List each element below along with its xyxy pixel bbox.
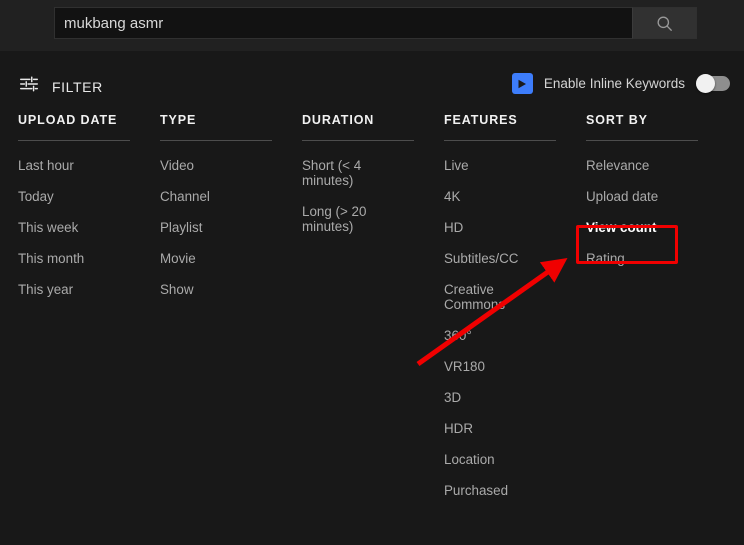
filter-option-hdr[interactable]: HDR <box>444 421 556 436</box>
column-divider <box>444 140 556 141</box>
filter-option-360[interactable]: 360° <box>444 328 556 343</box>
filter-option-3d[interactable]: 3D <box>444 390 556 405</box>
filter-option-this-week[interactable]: This week <box>18 220 130 235</box>
column-divider <box>586 140 698 141</box>
search-input[interactable] <box>54 7 632 39</box>
inline-keywords-toggle[interactable] <box>696 74 730 93</box>
filter-column-type: TYPE Video Channel Playlist Movie Show <box>160 113 272 313</box>
column-divider <box>18 140 130 141</box>
filter-option-channel[interactable]: Channel <box>160 189 272 204</box>
sort-option-relevance[interactable]: Relevance <box>586 158 698 173</box>
filter-option-movie[interactable]: Movie <box>160 251 272 266</box>
column-header-type: TYPE <box>160 113 197 127</box>
column-header-sort-by: SORT BY <box>586 113 648 127</box>
column-header-upload-date: UPLOAD DATE <box>18 113 118 127</box>
filter-option-today[interactable]: Today <box>18 189 130 204</box>
filter-option-short[interactable]: Short (< 4 minutes) <box>302 158 414 188</box>
filter-column-duration: DURATION Short (< 4 minutes) Long (> 20 … <box>302 113 414 250</box>
search-icon <box>655 14 674 33</box>
search-bar <box>54 7 697 39</box>
filter-option-subtitles-cc[interactable]: Subtitles/CC <box>444 251 556 266</box>
filter-option-purchased[interactable]: Purchased <box>444 483 556 498</box>
filter-option-vr180[interactable]: VR180 <box>444 359 556 374</box>
sort-option-view-count[interactable]: View count <box>586 220 698 235</box>
filter-column-features: FEATURES Live 4K HD Subtitles/CC Creativ… <box>444 113 556 514</box>
filter-toolbar: FILTER Enable Inline Keywords <box>0 51 744 113</box>
filter-option-location[interactable]: Location <box>444 452 556 467</box>
filter-option-hd[interactable]: HD <box>444 220 556 235</box>
sort-option-upload-date[interactable]: Upload date <box>586 189 698 204</box>
filter-column-sort-by: SORT BY Relevance Upload date View count… <box>586 113 698 282</box>
filter-option-4k[interactable]: 4K <box>444 189 556 204</box>
tune-sliders-icon <box>18 73 40 100</box>
column-divider <box>160 140 272 141</box>
filter-button[interactable]: FILTER <box>18 73 103 100</box>
column-header-duration: DURATION <box>302 113 375 127</box>
column-header-features: FEATURES <box>444 113 518 127</box>
filter-option-creative-commons[interactable]: Creative Commons <box>444 282 556 312</box>
play-badge-icon <box>511 73 533 94</box>
filter-option-show[interactable]: Show <box>160 282 272 297</box>
filter-option-this-year[interactable]: This year <box>18 282 130 297</box>
filter-option-live[interactable]: Live <box>444 158 556 173</box>
inline-keywords-label: Enable Inline Keywords <box>543 76 685 91</box>
sort-option-rating[interactable]: Rating <box>586 251 698 266</box>
inline-keywords-control: Enable Inline Keywords <box>511 73 730 94</box>
toggle-knob <box>696 74 715 93</box>
search-button[interactable] <box>632 7 697 39</box>
filter-column-upload-date: UPLOAD DATE Last hour Today This week Th… <box>18 113 130 313</box>
top-bar <box>0 0 744 51</box>
filter-option-long[interactable]: Long (> 20 minutes) <box>302 204 414 234</box>
filter-option-playlist[interactable]: Playlist <box>160 220 272 235</box>
filter-option-video[interactable]: Video <box>160 158 272 173</box>
column-divider <box>302 140 414 141</box>
filter-option-last-hour[interactable]: Last hour <box>18 158 130 173</box>
filter-label: FILTER <box>52 78 103 95</box>
filter-option-this-month[interactable]: This month <box>18 251 130 266</box>
